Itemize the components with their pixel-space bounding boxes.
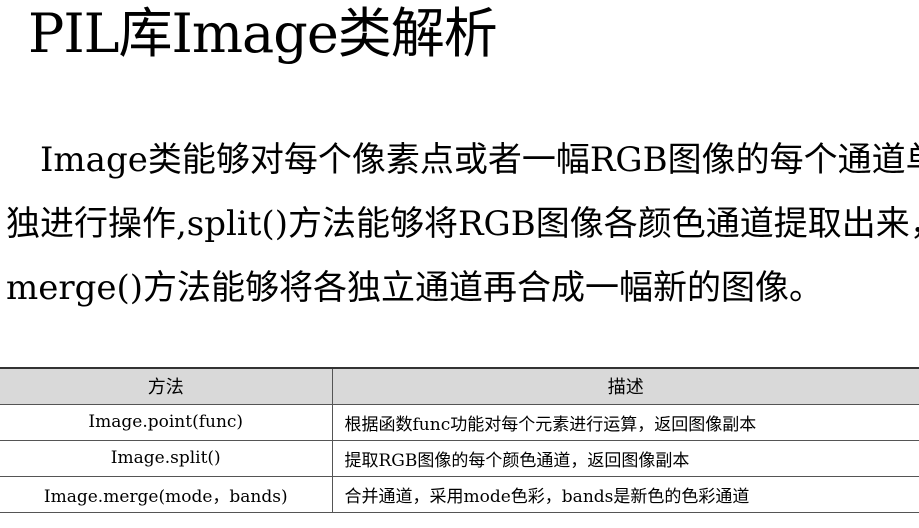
description-cell: 合并通道，采用mode色彩，bands是新色的色彩通道 <box>331 475 919 513</box>
table-row: Image.point(func) 根据函数func功能对每个元素进行运算，返回… <box>0 403 919 441</box>
column-header-description: 描述 <box>331 367 919 405</box>
paragraph-line-2: 独进行操作,split()方法能够将RGB图像各颜色通道提取出来， <box>6 204 919 244</box>
intro-paragraph: Image类能够对每个像素点或者一幅RGB图像的每个通道单 独进行操作,spli… <box>6 128 919 320</box>
table-row: Image.split() 提取RGB图像的每个颜色通道，返回图像副本 <box>0 439 919 477</box>
table-header-row: 方法 描述 <box>0 367 919 405</box>
method-cell: Image.merge(mode，bands) <box>0 475 333 513</box>
page-title: PIL库Image类解析 <box>28 2 498 65</box>
paragraph-line-1: Image类能够对每个像素点或者一幅RGB图像的每个通道单 <box>40 140 919 180</box>
description-cell: 根据函数func功能对每个元素进行运算，返回图像副本 <box>331 403 919 441</box>
method-cell: Image.point(func) <box>0 403 333 441</box>
paragraph-line-3: merge()方法能够将各独立通道再合成一幅新的图像。 <box>6 268 824 308</box>
methods-table: 方法 描述 Image.point(func) 根据函数func功能对每个元素进… <box>0 367 919 513</box>
column-header-method: 方法 <box>0 367 333 405</box>
description-cell: 提取RGB图像的每个颜色通道，返回图像副本 <box>331 439 919 477</box>
table-row: Image.merge(mode，bands) 合并通道，采用mode色彩，ba… <box>0 475 919 513</box>
method-cell: Image.split() <box>0 439 333 477</box>
